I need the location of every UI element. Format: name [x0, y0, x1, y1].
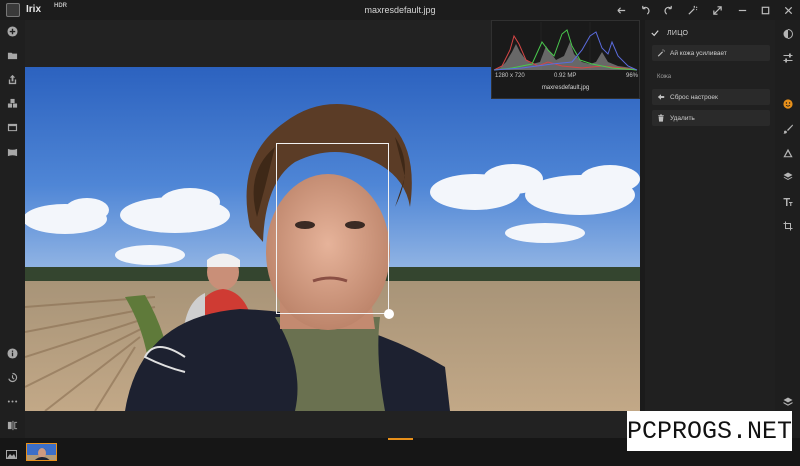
face-box-resize-handle[interactable] [384, 309, 394, 319]
panorama-icon[interactable] [4, 144, 21, 161]
histogram-panel: 1280 x 720 0.92 MP 96% maxresdefault.jpg [491, 20, 640, 99]
window-title: maxresdefault.jpg [364, 5, 436, 15]
export-icon[interactable] [4, 71, 21, 88]
undo-history-icon[interactable] [613, 2, 629, 18]
gradient-icon[interactable] [780, 145, 795, 160]
reset-settings-button[interactable]: Сброс настроек [652, 89, 770, 105]
left-toolbar [0, 20, 25, 438]
history-icon[interactable] [4, 369, 21, 386]
fullscreen-icon[interactable] [709, 2, 725, 18]
layers-icon[interactable] [780, 169, 795, 184]
close-icon[interactable] [780, 2, 796, 18]
auto-skin-button[interactable]: Ай кожа усиливает [652, 45, 770, 61]
histogram-graph [493, 22, 638, 71]
face-icon[interactable] [780, 96, 795, 111]
delete-button[interactable]: Удалить [652, 110, 770, 126]
text-icon[interactable] [780, 194, 795, 209]
histogram-filename: maxresdefault.jpg [541, 85, 590, 91]
tone-icon[interactable] [780, 26, 795, 41]
magic-wand-icon [652, 49, 670, 57]
check-icon[interactable] [651, 29, 659, 37]
compare-icon[interactable] [4, 417, 21, 434]
face-detection-box[interactable] [276, 143, 389, 314]
minimize-icon[interactable] [734, 2, 750, 18]
crop-icon[interactable] [780, 218, 795, 233]
redo-icon[interactable] [660, 2, 676, 18]
filmstrip-toggle-indicator[interactable] [388, 438, 413, 440]
zoom-level: 96% [626, 73, 639, 79]
window-icon[interactable] [4, 119, 21, 136]
image-gallery-icon[interactable] [6, 450, 17, 459]
brush-icon[interactable] [780, 121, 795, 136]
maximize-icon[interactable] [757, 2, 773, 18]
folder-icon[interactable] [4, 47, 21, 64]
auto-skin-label: Ай кожа усиливает [670, 49, 727, 57]
delete-label: Удалить [670, 114, 695, 122]
add-icon[interactable] [4, 23, 21, 40]
reset-icon [652, 93, 670, 101]
filmstrip-thumbnail[interactable] [26, 443, 57, 461]
apps-icon[interactable] [4, 95, 21, 112]
info-icon[interactable] [4, 345, 21, 362]
right-toolbar [775, 20, 800, 438]
panel-header: ЛИЦО [651, 27, 688, 39]
reset-settings-label: Сброс настроек [670, 93, 718, 101]
magic-wand-icon[interactable] [684, 2, 700, 18]
more-icon[interactable] [4, 393, 21, 410]
panel-title: ЛИЦО [667, 29, 689, 37]
skin-section-label: Кожа [657, 74, 672, 80]
stack-icon[interactable] [780, 394, 795, 409]
watermark-logo: PCPROGS.NET [627, 411, 792, 451]
face-tool-panel: ЛИЦО Ай кожа усиливает Кожа Сброс настро… [645, 20, 775, 438]
histogram-info: 1280 x 720 0.92 MP 96% [492, 73, 639, 83]
undo-icon[interactable] [637, 2, 653, 18]
sliders-icon[interactable] [780, 50, 795, 65]
trash-icon [652, 114, 670, 122]
title-bar: Irix HDR maxresdefault.jpg [0, 0, 800, 20]
image-megapixels: 0.92 MP [554, 73, 577, 79]
image-resolution: 1280 x 720 [495, 73, 525, 79]
